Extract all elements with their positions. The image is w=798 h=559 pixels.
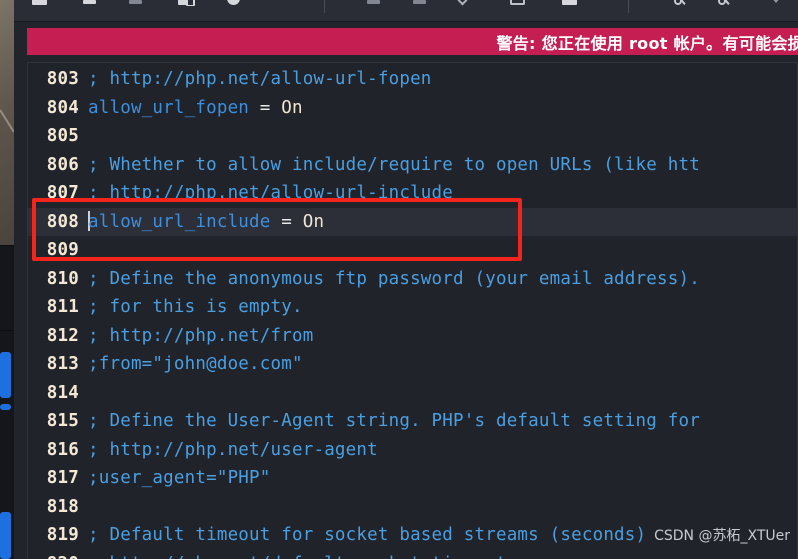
find-replace-icon[interactable] (714, 0, 733, 8)
toolbar-separator (628, 0, 629, 13)
save-as-icon[interactable] (176, 0, 195, 8)
editor-window: 警告: 您正在使用 root 帐户。有可能会损 803 ; http://php.… (14, 0, 798, 559)
line-number: 811 (46, 297, 79, 317)
code-token: On (302, 211, 325, 232)
paste-dropdown-icon[interactable] (454, 0, 473, 8)
root-warning-text: 警告: 您正在使用 root 帐户。有可能会损 (496, 33, 798, 53)
code-token: allow_url_fopen (88, 97, 250, 118)
code-line[interactable]: 813 ;from="john@doe.com" (28, 350, 797, 379)
code-line[interactable]: 810 ; Define the anonymous ftp password (… (28, 265, 797, 294)
line-number: 806 (46, 154, 79, 175)
line-number: 818 (46, 496, 79, 517)
code-token: ; Default timeout for socket based strea… (88, 525, 647, 545)
line-number: 804 (46, 97, 79, 118)
preview-icon[interactable] (560, 0, 579, 8)
code-line[interactable]: 820; http://php.net/default_socket_timeo… (28, 550, 797, 559)
code-token: ; http://php.net/default_socket_timeout (88, 554, 507, 559)
code-text: ; http://php.net/user-agent (88, 440, 378, 460)
code-token: = (249, 97, 282, 118)
desktop-background-strip (0, 0, 14, 559)
code-token: ; Whether to allow include/require to op… (88, 154, 700, 175)
line-number: 805 (46, 126, 79, 146)
root-warning-banner: 警告: 您正在使用 root 帐户。有可能会损 (27, 28, 798, 55)
line-number: 812 (46, 325, 79, 346)
code-token: ; Define the User-Agent string. PHP's de… (88, 411, 700, 431)
copy-icon[interactable] (410, 0, 429, 8)
code-text: ; http://php.net/from (88, 326, 313, 346)
line-number: 817 (46, 468, 79, 488)
code-text: ; for this is empty. (88, 297, 303, 317)
code-text: allow_url_fopen = On (88, 98, 303, 118)
toolbar-separator (324, 0, 325, 13)
code-line[interactable]: 817 ;user_agent="PHP" (28, 464, 797, 493)
code-line[interactable]: 808 allow_url_include = On (28, 207, 797, 236)
code-token: ;user_agent="PHP" (88, 468, 271, 488)
code-text: ; Default timeout for socket based strea… (88, 525, 646, 545)
code-editor[interactable]: 803 ; http://php.net/allow-url-fopen 804 al… (27, 62, 798, 559)
code-line[interactable]: 815 ; Define the User-Agent string. PHP's… (28, 407, 797, 436)
code-token: On (281, 97, 303, 118)
undo-icon[interactable] (224, 0, 243, 8)
code-text: ; http://php.net/default_socket_timeout (88, 554, 507, 559)
code-text: ;user_agent="PHP" (88, 468, 271, 488)
line-number: 815 (46, 411, 79, 431)
code-token: ; Define the anonymous ftp password (you… (88, 268, 700, 289)
code-line[interactable]: 807 ; http://php.net/allow-url-include (28, 179, 797, 208)
code-line[interactable]: 816 ; http://php.net/user-agent (28, 436, 797, 465)
dock-item[interactable] (0, 404, 11, 410)
cut-icon[interactable] (364, 0, 383, 8)
code-token: allow_url_include (88, 211, 271, 232)
dock-item[interactable] (0, 512, 11, 559)
code-text: ; http://php.net/allow-url-fopen (88, 69, 432, 89)
code-line[interactable]: 804 allow_url_fopen = On (28, 94, 797, 123)
code-line[interactable]: 812 ; http://php.net/from (28, 322, 797, 351)
code-line[interactable]: 805 (28, 122, 797, 151)
line-number: 807 (46, 183, 79, 203)
line-number: 808 (46, 211, 79, 232)
line-number: 814 (46, 382, 79, 403)
code-line[interactable]: 818 (28, 493, 797, 522)
dock-item[interactable] (0, 352, 11, 398)
find-icon[interactable] (670, 0, 689, 8)
code-line[interactable]: 809 (28, 236, 797, 265)
code-line[interactable]: 803 ; http://php.net/allow-url-fopen (28, 65, 797, 94)
code-text: ; Define the anonymous ftp password (you… (88, 269, 700, 289)
code-line[interactable]: 806 ; Whether to allow include/require to… (28, 151, 797, 180)
code-line[interactable]: 814 (28, 379, 797, 408)
code-line[interactable]: 811 ; for this is empty. (28, 293, 797, 322)
watermark: CSDN @苏柘_XTUer (654, 528, 790, 544)
code-text: ; http://php.net/allow-url-include (88, 183, 453, 203)
more-options-icon[interactable] (766, 0, 785, 8)
line-number: 809 (46, 240, 79, 260)
print-icon[interactable] (508, 0, 527, 8)
line-number: 820 (28, 550, 88, 559)
new-file-icon[interactable] (126, 0, 145, 8)
toolbar (14, 0, 798, 22)
wallpaper (0, 0, 14, 245)
line-number: 803 (46, 69, 79, 89)
code-lines: 803 ; http://php.net/allow-url-fopen 804 al… (28, 65, 797, 559)
code-token: ; http://php.net/user-agent (88, 439, 378, 460)
code-token: ;from="john@doe.com" (88, 354, 303, 374)
code-token: = (270, 211, 303, 232)
code-token: ; for this is empty. (88, 297, 303, 317)
strip-divider (0, 245, 14, 246)
code-text: allow_url_include = On (88, 210, 325, 232)
code-text: ; Define the User-Agent string. PHP's de… (88, 411, 700, 431)
open-icon[interactable] (80, 0, 99, 8)
strip-divider (0, 330, 14, 331)
save-icon[interactable] (30, 0, 49, 8)
code-text: ;from="john@doe.com" (88, 354, 303, 374)
line-number: 810 (46, 268, 79, 289)
line-number: 813 (46, 354, 79, 374)
code-token: ; http://php.net/from (88, 325, 314, 346)
code-text: ; Whether to allow include/require to op… (88, 155, 700, 175)
code-token: ; http://php.net/allow-url-include (88, 183, 454, 203)
screen: 警告: 您正在使用 root 帐户。有可能会损 803 ; http://php.… (0, 0, 798, 559)
code-token: ; http://php.net/allow-url-fopen (88, 69, 432, 89)
line-number: 816 (46, 439, 79, 460)
line-number: 819 (46, 525, 79, 545)
